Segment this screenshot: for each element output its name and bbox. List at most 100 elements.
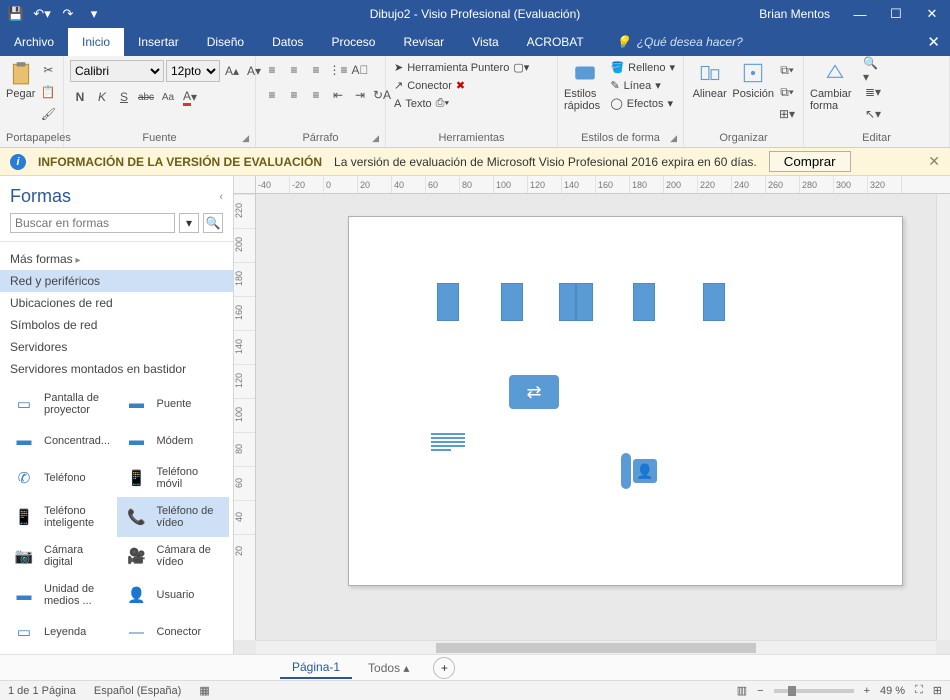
cat-rack-servers[interactable]: Servidores montados en bastidor	[0, 358, 233, 380]
tab-review[interactable]: Revisar	[389, 28, 458, 56]
effects-button[interactable]: ◯Efectos▾	[608, 96, 677, 111]
font-launcher-icon[interactable]: ◢	[242, 133, 249, 144]
rect-select-icon[interactable]: ▢▾	[513, 61, 529, 74]
tab-design[interactable]: Diseño	[193, 28, 258, 56]
vertical-scrollbar[interactable]	[936, 194, 950, 640]
panel-collapse-icon[interactable]: ‹	[219, 191, 223, 203]
cat-network-sym[interactable]: Símbolos de red	[0, 314, 233, 336]
tab-home[interactable]: Inicio	[68, 28, 124, 56]
stencil-shape[interactable]: 🎥Cámara de vídeo	[117, 537, 230, 576]
server-shape[interactable]	[501, 283, 523, 321]
stencil-shape[interactable]: 📷Cámara digital	[4, 537, 117, 576]
server-shape[interactable]	[703, 283, 725, 321]
more-shapes-item[interactable]: Más formas	[0, 248, 233, 270]
server-shape[interactable]	[633, 283, 655, 321]
cat-servers[interactable]: Servidores	[0, 336, 233, 358]
switch-window-icon[interactable]: ⊞	[933, 684, 942, 697]
change-shape-button[interactable]: Cambiar forma	[810, 60, 860, 112]
indent-inc-icon[interactable]: ⇥	[350, 85, 370, 105]
font-name-select[interactable]: Calibri	[70, 60, 164, 82]
zoom-handle[interactable]	[788, 686, 796, 696]
paste-button[interactable]: Pegar	[6, 60, 35, 100]
user-name[interactable]: Brian Mentos	[759, 7, 830, 21]
position-button[interactable]: Posición	[732, 60, 774, 100]
cat-network-periph[interactable]: Red y periféricos	[0, 270, 233, 292]
horizontal-scrollbar[interactable]	[256, 640, 936, 654]
search-icon[interactable]: 🔍	[203, 213, 223, 233]
stencil-shape[interactable]: ▬Puente	[117, 384, 230, 423]
video-phone-shape[interactable]: 👤	[621, 451, 661, 491]
connector-tool-button[interactable]: ↗Conector✖	[392, 78, 467, 93]
align-left-icon[interactable]: ≡	[262, 85, 282, 105]
stencil-shape[interactable]: ▭Pantalla de proyector	[4, 384, 117, 423]
tab-process[interactable]: Proceso	[317, 28, 389, 56]
underline-button[interactable]: S	[114, 87, 134, 107]
server-shape[interactable]	[437, 283, 459, 321]
bring-front-icon[interactable]: ⧉▾	[777, 60, 797, 80]
stencil-shape[interactable]: 📱Teléfono inteligente	[4, 497, 117, 536]
presentation-mode-icon[interactable]: ▥	[737, 684, 747, 697]
copy-icon[interactable]: 📋	[38, 82, 58, 102]
stencil-shape[interactable]: 👤Usuario	[117, 576, 230, 615]
stencil-shape[interactable]: ▬Unidad de medios ...	[4, 576, 117, 615]
fill-button[interactable]: 🪣Relleno▾	[608, 60, 677, 75]
stencil-shape[interactable]: —Conector	[117, 615, 230, 650]
zoom-in-icon[interactable]: +	[864, 685, 870, 697]
cut-icon[interactable]: ✂	[38, 60, 58, 80]
send-back-icon[interactable]: ⧉▾	[777, 82, 797, 102]
stencil-shape[interactable]: ▬Módem	[117, 423, 230, 458]
group-shapes-icon[interactable]: ⊞▾	[777, 104, 797, 124]
shapestyle-launcher-icon[interactable]: ◢	[670, 133, 677, 144]
align-button[interactable]: Alinear	[690, 60, 729, 100]
grow-font-icon[interactable]: A▴	[222, 61, 242, 81]
clear-format-icon[interactable]: A⃠	[350, 60, 370, 80]
indent-dec-icon[interactable]: ⇤	[328, 85, 348, 105]
font-size-select[interactable]: 12pto	[166, 60, 220, 82]
stencil-shape[interactable]: 📞Teléfono de vídeo	[117, 497, 230, 536]
tab-data[interactable]: Datos	[258, 28, 317, 56]
stencil-shape[interactable]: ▬Concentrad...	[4, 423, 117, 458]
redo-icon[interactable]: ↷	[60, 6, 76, 22]
close-icon[interactable]: ✕	[914, 0, 950, 28]
font-color-icon[interactable]: A▾	[180, 87, 200, 107]
cat-network-loc[interactable]: Ubicaciones de red	[0, 292, 233, 314]
layers-icon[interactable]: ≣▾	[863, 82, 883, 102]
status-language[interactable]: Español (España)	[94, 685, 181, 697]
stencil-shape[interactable]: ✆Teléfono	[4, 458, 117, 497]
add-page-button[interactable]: +	[433, 657, 455, 679]
buy-button[interactable]: Comprar	[769, 151, 851, 172]
tab-file[interactable]: Archivo	[0, 28, 68, 56]
restore-icon[interactable]: ☐	[878, 0, 914, 28]
tab-view[interactable]: Vista	[458, 28, 512, 56]
page-tab-1[interactable]: Página-1	[280, 657, 352, 679]
fit-page-icon[interactable]: ⛶	[915, 684, 923, 697]
tab-insert[interactable]: Insertar	[124, 28, 193, 56]
x-tool-icon[interactable]: ✖	[456, 79, 465, 92]
quick-styles-button[interactable]: Estilos rápidos	[564, 60, 605, 112]
strike-button[interactable]: abc	[136, 87, 156, 107]
italic-button[interactable]: K	[92, 87, 112, 107]
stencil-shape[interactable]: 📱Teléfono móvil	[117, 458, 230, 497]
change-case-button[interactable]: Aa	[158, 87, 178, 107]
align-mid-icon[interactable]: ≡	[284, 60, 304, 80]
bullets-icon[interactable]: ⋮≡	[328, 60, 348, 80]
macro-record-icon[interactable]: ▦	[199, 684, 209, 697]
select-icon[interactable]: ↖▾	[863, 104, 883, 124]
server-pair-shape[interactable]	[559, 283, 593, 321]
zoom-level[interactable]: 49 %	[880, 685, 905, 697]
drawing-canvas[interactable]: ⇄ 👤	[256, 194, 936, 640]
tab-acrobat[interactable]: ACROBAT	[513, 28, 598, 56]
format-painter-icon[interactable]: 🖌	[38, 104, 58, 124]
line-button[interactable]: ✎Línea▾	[608, 78, 677, 93]
align-center-icon[interactable]: ≡	[284, 85, 304, 105]
minimize-icon[interactable]: —	[842, 0, 878, 28]
text-tool-button[interactable]: ATexto⎙▾	[392, 96, 451, 111]
collapse-ribbon-icon[interactable]: ✕	[927, 33, 940, 51]
hscroll-thumb[interactable]	[436, 643, 756, 653]
pointer-tool-button[interactable]: ➤Herramienta Puntero▢▾	[392, 60, 531, 75]
trial-close-icon[interactable]: ✕	[928, 153, 940, 170]
align-bot-icon[interactable]: ≡	[306, 60, 326, 80]
bold-button[interactable]: N	[70, 87, 90, 107]
tell-me-search[interactable]: 💡 ¿Qué desea hacer?	[616, 28, 743, 56]
paragraph-launcher-icon[interactable]: ◢	[372, 133, 379, 144]
